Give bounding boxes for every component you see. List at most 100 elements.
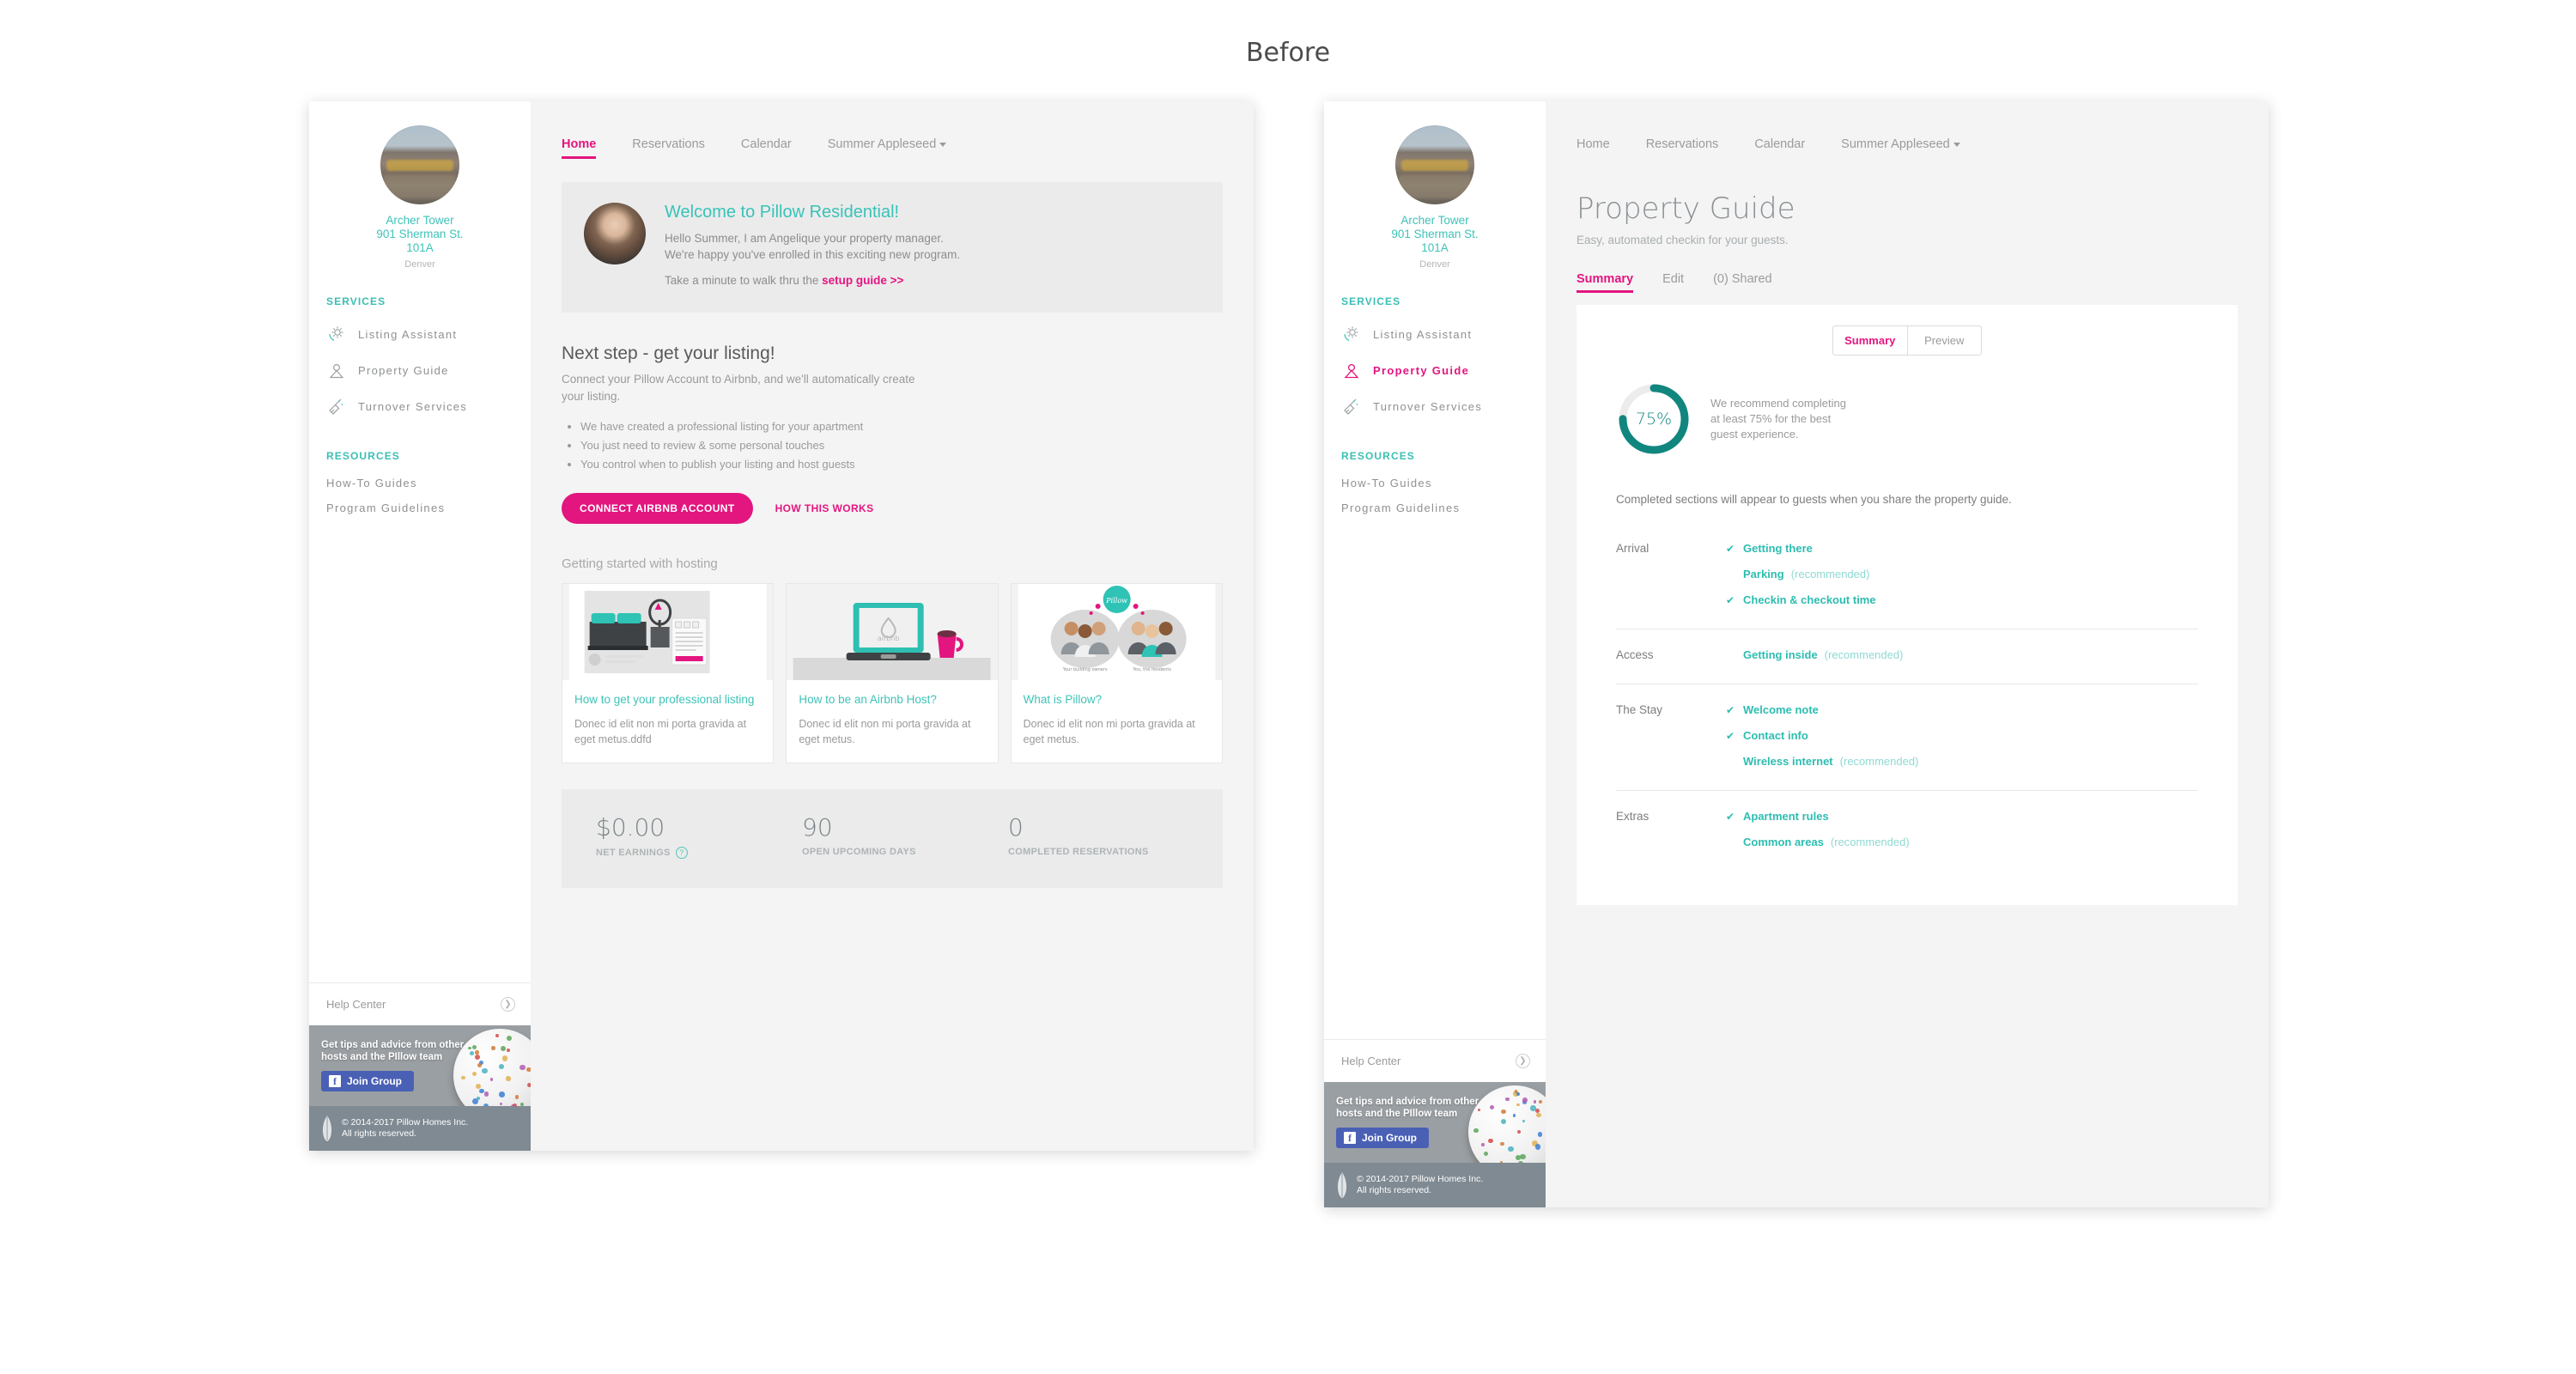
- tab-summary[interactable]: Summary: [1577, 272, 1633, 293]
- card-title: How to be an Airbnb Host?: [787, 680, 997, 708]
- toggle-preview[interactable]: Preview: [1907, 326, 1982, 355]
- checklist-item[interactable]: ✔ Getting there: [1726, 542, 2198, 555]
- checklist-item[interactable]: Parking (recommended): [1726, 568, 2198, 581]
- sidebar-item-turnover-services[interactable]: Turnover Services: [309, 388, 531, 424]
- sidebar-item-property-guide[interactable]: Property Guide: [309, 352, 531, 388]
- connect-airbnb-account-button[interactable]: CONNECT AIRBNB ACCOUNT: [562, 493, 753, 524]
- checklist-item[interactable]: ✔ Contact info: [1726, 729, 2198, 742]
- checklist-item-label: Apartment rules: [1743, 810, 1829, 823]
- globe-person-dot: [490, 1078, 493, 1080]
- globe-person-dot: [479, 1089, 484, 1094]
- guide-info-note: Completed sections will appear to guests…: [1616, 493, 2198, 506]
- globe-person-dot: [475, 1050, 479, 1055]
- sidebar-item-turnover-services[interactable]: Turnover Services: [1324, 388, 1546, 424]
- nav-item-account-menu[interactable]: Summer Appleseed: [1841, 137, 1960, 159]
- check-icon: ✔: [1726, 811, 1736, 823]
- sidebar-item-listing-assistant[interactable]: Listing Assistant: [1324, 316, 1546, 352]
- globe-person-dot: [1538, 1132, 1542, 1136]
- chevron-right-icon: ❯: [1516, 1054, 1530, 1068]
- sidebar-item-program-guidelines[interactable]: Program Guidelines: [1324, 495, 1546, 520]
- checklist-item[interactable]: ✔ Welcome note: [1726, 703, 2198, 716]
- copyright-text: © 2014-2017 Pillow Homes Inc. All rights…: [342, 1117, 468, 1140]
- card-item[interactable]: How to get your professional listing Don…: [562, 583, 774, 763]
- welcome-title: Welcome to Pillow Residential!: [665, 203, 960, 222]
- globe-person-dot: [513, 1103, 517, 1106]
- chevron-down-icon: [1953, 143, 1960, 147]
- nav-item-reservations[interactable]: Reservations: [1646, 137, 1719, 159]
- nav-item-calendar[interactable]: Calendar: [741, 137, 792, 159]
- sidebar-item-how-to-guides[interactable]: How-To Guides: [309, 471, 531, 495]
- card-item[interactable]: Pillow Your building owners You, the res…: [1011, 583, 1223, 763]
- checklist-item[interactable]: ✔ Checkin & checkout time: [1726, 593, 2198, 606]
- globe-person-dot: [472, 1072, 477, 1076]
- checklist-item[interactable]: Getting inside (recommended): [1726, 648, 2198, 661]
- checklist-item-label: Common areas: [1743, 836, 1824, 848]
- facebook-icon: f: [329, 1075, 341, 1087]
- section-access: Access Getting inside (recommended): [1616, 629, 2198, 684]
- resources-heading: RESOURCES: [1341, 450, 1546, 462]
- bedroom-illustration-icon: [562, 584, 773, 680]
- join-group-button[interactable]: f Join Group: [1336, 1128, 1429, 1148]
- page-title: Property Guide: [1577, 192, 2269, 226]
- globe-person-dot: [1517, 1130, 1521, 1134]
- help-center-row[interactable]: Help Center ❯: [309, 982, 531, 1025]
- help-center-label: Help Center: [326, 998, 386, 1011]
- nav-item-home[interactable]: Home: [1577, 137, 1610, 159]
- copyright-line-1: © 2014-2017 Pillow Homes Inc.: [342, 1117, 468, 1128]
- feather-logo-icon: [1336, 1172, 1348, 1198]
- stat-net-earnings: $0.00 NET EARNINGS ?: [596, 813, 802, 859]
- facebook-icon: f: [1344, 1132, 1356, 1144]
- tab-edit[interactable]: Edit: [1662, 272, 1684, 293]
- chevron-right-icon: ❯: [501, 997, 515, 1012]
- globe-person-dot: [470, 1051, 474, 1055]
- checklist-item-recommended: (recommended): [1840, 755, 1919, 768]
- setup-guide-link[interactable]: setup guide >>: [822, 274, 903, 287]
- gear-icon: [326, 324, 347, 344]
- card-item[interactable]: airbnb How to be an Airbnb Host? Donec i…: [786, 583, 998, 763]
- globe-person-dot: [499, 1091, 505, 1097]
- sidebar-item-listing-assistant[interactable]: Listing Assistant: [309, 316, 531, 352]
- property-photo: [380, 125, 459, 204]
- property-city: Denver: [318, 259, 522, 270]
- tab-shared[interactable]: (0) Shared: [1713, 272, 1772, 293]
- card-description: Donec id elit non mi porta gravida at eg…: [1012, 708, 1222, 763]
- home-main: Home Reservations Calendar Summer Apples…: [531, 101, 1254, 1151]
- nav-item-reservations[interactable]: Reservations: [632, 137, 705, 159]
- nav-item-calendar[interactable]: Calendar: [1754, 137, 1805, 159]
- globe-person-dot: [500, 1103, 502, 1105]
- nav-item-home[interactable]: Home: [562, 137, 596, 159]
- welcome-line-2: We're happy you've enrolled in this exci…: [665, 246, 960, 263]
- progress-note-line-2: at least 75% for the best: [1710, 411, 1846, 427]
- globe-person-dot: [1522, 1120, 1525, 1122]
- how-this-works-link[interactable]: HOW THIS WORKS: [775, 502, 874, 514]
- next-step-lead: Connect your Pillow Account to Airbnb, a…: [562, 371, 931, 405]
- checklist-item[interactable]: Common areas (recommended): [1726, 836, 2198, 848]
- svg-text:airbnb: airbnb: [878, 635, 900, 642]
- join-group-button[interactable]: f Join Group: [321, 1071, 414, 1091]
- next-step-bullets: We have created a professional listing f…: [580, 417, 1223, 474]
- toggle-summary[interactable]: Summary: [1833, 326, 1907, 355]
- checklist-item[interactable]: ✔ Apartment rules: [1726, 810, 2198, 823]
- globe-person-dot: [484, 1091, 489, 1096]
- welcome-footer: Take a minute to walk thru the setup gui…: [665, 274, 960, 287]
- help-center-row[interactable]: Help Center ❯: [1324, 1039, 1546, 1082]
- manager-avatar: [584, 203, 646, 264]
- property-name-line2: 901 Sherman St.: [318, 228, 522, 241]
- section-items: ✔ Getting there Parking (recommended) ✔: [1726, 542, 2198, 606]
- property-name-line1: Archer Tower: [318, 214, 522, 228]
- sidebar-item-property-guide[interactable]: Property Guide: [1324, 352, 1546, 388]
- services-heading: SERVICES: [1341, 295, 1546, 307]
- nav-item-account-menu[interactable]: Summer Appleseed: [828, 137, 947, 159]
- checklist-item[interactable]: Wireless internet (recommended): [1726, 755, 2198, 768]
- promo-text: Get tips and advice from other hosts and…: [321, 1039, 467, 1063]
- globe-person-dot: [506, 1076, 510, 1080]
- sidebar-item-program-guidelines[interactable]: Program Guidelines: [309, 495, 531, 520]
- top-navigation-home: Home Reservations Calendar Summer Apples…: [531, 101, 1254, 159]
- globe-person-dot: [1516, 1103, 1519, 1106]
- section-items: ✔ Apartment rules Common areas (recommen…: [1726, 810, 2198, 848]
- globe-person-dot: [472, 1045, 477, 1049]
- help-question-icon[interactable]: ?: [676, 847, 688, 859]
- globe-person-dot: [1520, 1154, 1526, 1160]
- stat-label: NET EARNINGS: [596, 848, 671, 858]
- sidebar-item-how-to-guides[interactable]: How-To Guides: [1324, 471, 1546, 495]
